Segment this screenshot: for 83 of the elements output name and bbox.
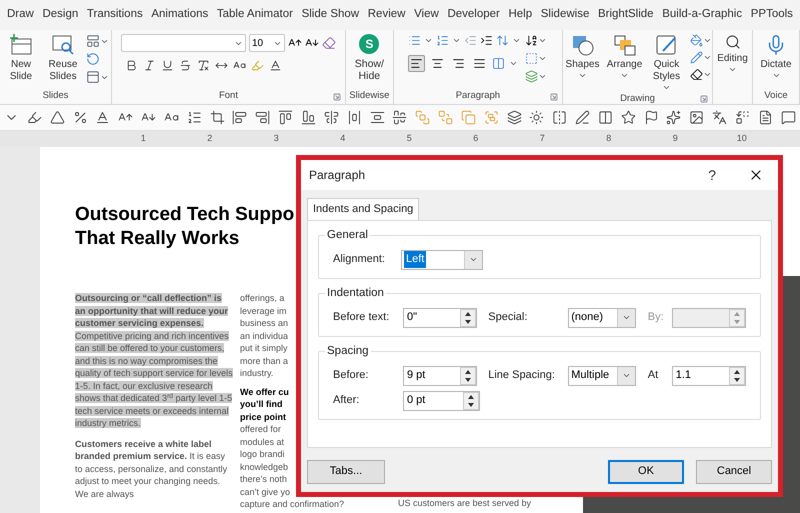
ribbon-tab[interactable]: Help [507, 4, 534, 26]
body-text-line: logo brandi [240, 448, 285, 460]
ribbon-button[interactable]: New Slide [2, 34, 40, 83]
at-field[interactable]: 1.1 [672, 366, 746, 386]
ruler-number: 3 [272, 132, 280, 146]
show-hide-button[interactable]: S Show/ Hide [352, 34, 386, 82]
font-size-field[interactable]: 10 [248, 34, 285, 52]
body-text-line: business an [240, 317, 288, 330]
ribbon-button[interactable]: Reuse Slides [44, 34, 82, 83]
ruler-number: 10 [736, 132, 748, 146]
field-label: Alignment: [333, 252, 386, 268]
group-label: Paragraph [456, 89, 500, 104]
spacing-before-field[interactable]: 9 pt [403, 366, 478, 386]
ruler-number: 1 [140, 132, 147, 146]
body-text-line: leverage im [240, 304, 287, 317]
ribbon-tab[interactable]: Review [366, 4, 406, 26]
body-text-line: offerings, a [240, 292, 284, 304]
spacing-after-field[interactable]: 0 pt [403, 390, 480, 410]
field-label: Line Spacing: [488, 368, 556, 384]
alignment-dropdown[interactable]: Left [401, 250, 483, 270]
body-text-line: We offer cu [240, 386, 289, 398]
ruler-number: 2 [206, 132, 214, 146]
dialog-title: Paragraph [309, 167, 366, 184]
ribbon-tab[interactable]: View [413, 4, 440, 26]
slide-title: That Really Works [75, 227, 240, 251]
special-dropdown[interactable]: (none) [568, 308, 636, 328]
ruler-number: 8 [605, 132, 612, 146]
slidewise-logo: S [359, 34, 380, 54]
ribbon-button[interactable]: Dictate [757, 34, 795, 80]
body-text-line: put it simply [240, 342, 288, 354]
ruler-number: 7 [538, 132, 546, 146]
body-text-line: capture and confirmation? [240, 498, 344, 510]
ribbon-tab[interactable]: PPTools [750, 4, 794, 26]
body-text-line: knowledgeb [240, 460, 288, 473]
body-paragraph: Customers receive a white label branded premium service. It is easy to access, personalize, and constantly adjust to meet your changing needs. We are always [75, 438, 228, 500]
ribbon-tab[interactable]: Transitions [86, 4, 144, 26]
body-text-line: offered for [240, 423, 281, 436]
ribbon-button[interactable]: Quick Styles [648, 34, 686, 92]
ruler-number: 9 [672, 132, 679, 146]
ribbon-tab[interactable]: Table Animator [216, 4, 294, 26]
group-label: Slidewise [349, 89, 390, 104]
ribbon-tab[interactable]: Build-a-Graphic [661, 4, 744, 26]
slide-title: Outsourced Tech Suppo [75, 203, 294, 227]
line-spacing-dropdown[interactable]: Multiple [568, 366, 636, 386]
ribbon-tab[interactable]: Design [41, 4, 80, 26]
field-label: Before text: [333, 310, 390, 326]
help-button[interactable]: ? [708, 164, 716, 186]
body-text-line: more than a [240, 354, 288, 367]
ribbon-tab[interactable]: Developer [446, 4, 501, 26]
ribbon-tab[interactable]: BrightSlide [596, 4, 655, 26]
field-label: Before: [333, 368, 370, 384]
body-text-line: price point [240, 410, 286, 423]
body-text-line: modules at [240, 436, 284, 448]
ruler-number: 5 [406, 132, 413, 146]
tabs-button[interactable]: Tabs... [307, 460, 385, 484]
field-label: Special: [488, 310, 528, 326]
ribbon-tab[interactable]: Slidewise [540, 4, 590, 26]
dialog-tab[interactable]: Indents and Spacing [307, 198, 420, 220]
group-label: Voice [764, 89, 788, 104]
ribbon-button[interactable]: Arrange [606, 34, 644, 80]
ruler-number: 4 [339, 132, 346, 146]
group-label: Drawing [620, 92, 655, 106]
cancel-button[interactable]: Cancel [696, 460, 772, 484]
ok-button[interactable]: OK [608, 460, 684, 484]
field-label: By: [648, 310, 665, 326]
body-text-line: industry. [240, 367, 274, 380]
ribbon-button[interactable]: Editing [714, 34, 752, 74]
field-label: After: [333, 393, 360, 408]
field-label: At [648, 368, 660, 384]
ribbon-button[interactable]: Shapes [564, 34, 602, 80]
body-text-line: there’s noth [240, 473, 287, 486]
body-text-line: an individua [240, 330, 288, 342]
before-text-field[interactable]: 0" [403, 308, 478, 328]
body-text-line: you’ll find [240, 398, 282, 410]
group-label: Slides [42, 89, 68, 104]
body-paragraph: Outsourcing or “call deflection” is an opportunity that will reduce your customer servicing expenses. Competitive pricing and rich incentives can still be offered to your customers, and this is no way compromises the quality of tech support service for levels 1-5. In fact, our exclusive research shows that dedicated 3$^{rd}$ party level 1-5 tech service meets or exceeds internal industry metrics. [75, 292, 233, 430]
ribbon-tab[interactable]: Animations [150, 4, 210, 26]
ribbon-tab[interactable]: Draw [6, 4, 35, 26]
group-label: Font [218, 89, 238, 104]
body-text-line: US customers are best served by [398, 497, 532, 510]
ruler-number: 6 [472, 132, 480, 146]
ribbon-tab[interactable]: Slide Show [300, 4, 360, 26]
body-text-line: can’t give yo [240, 486, 290, 498]
